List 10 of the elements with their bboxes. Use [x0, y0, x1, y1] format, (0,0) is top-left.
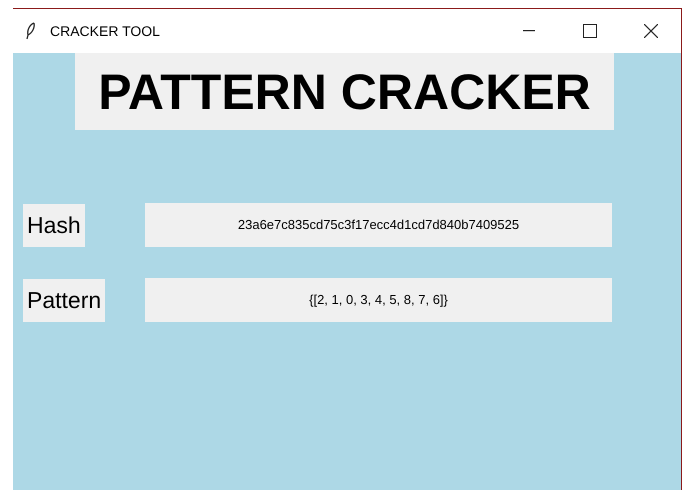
field-label: Hash	[23, 204, 85, 246]
window-title: CRACKER TOOL	[50, 22, 160, 40]
field-label: Pattern	[23, 278, 106, 322]
value-field[interactable]: {[2, 1, 0, 3, 4, 5, 8, 7, 6]}	[145, 278, 612, 322]
minimize-icon	[522, 30, 534, 32]
feather-icon	[26, 22, 36, 40]
maximize-icon	[582, 24, 596, 38]
close-icon	[644, 24, 658, 38]
app-heading: PATTERN CRACKER	[75, 53, 614, 130]
value-field[interactable]: 23a6e7c835cd75c3f17ecc4d1cd7d840b7409525	[145, 203, 612, 247]
